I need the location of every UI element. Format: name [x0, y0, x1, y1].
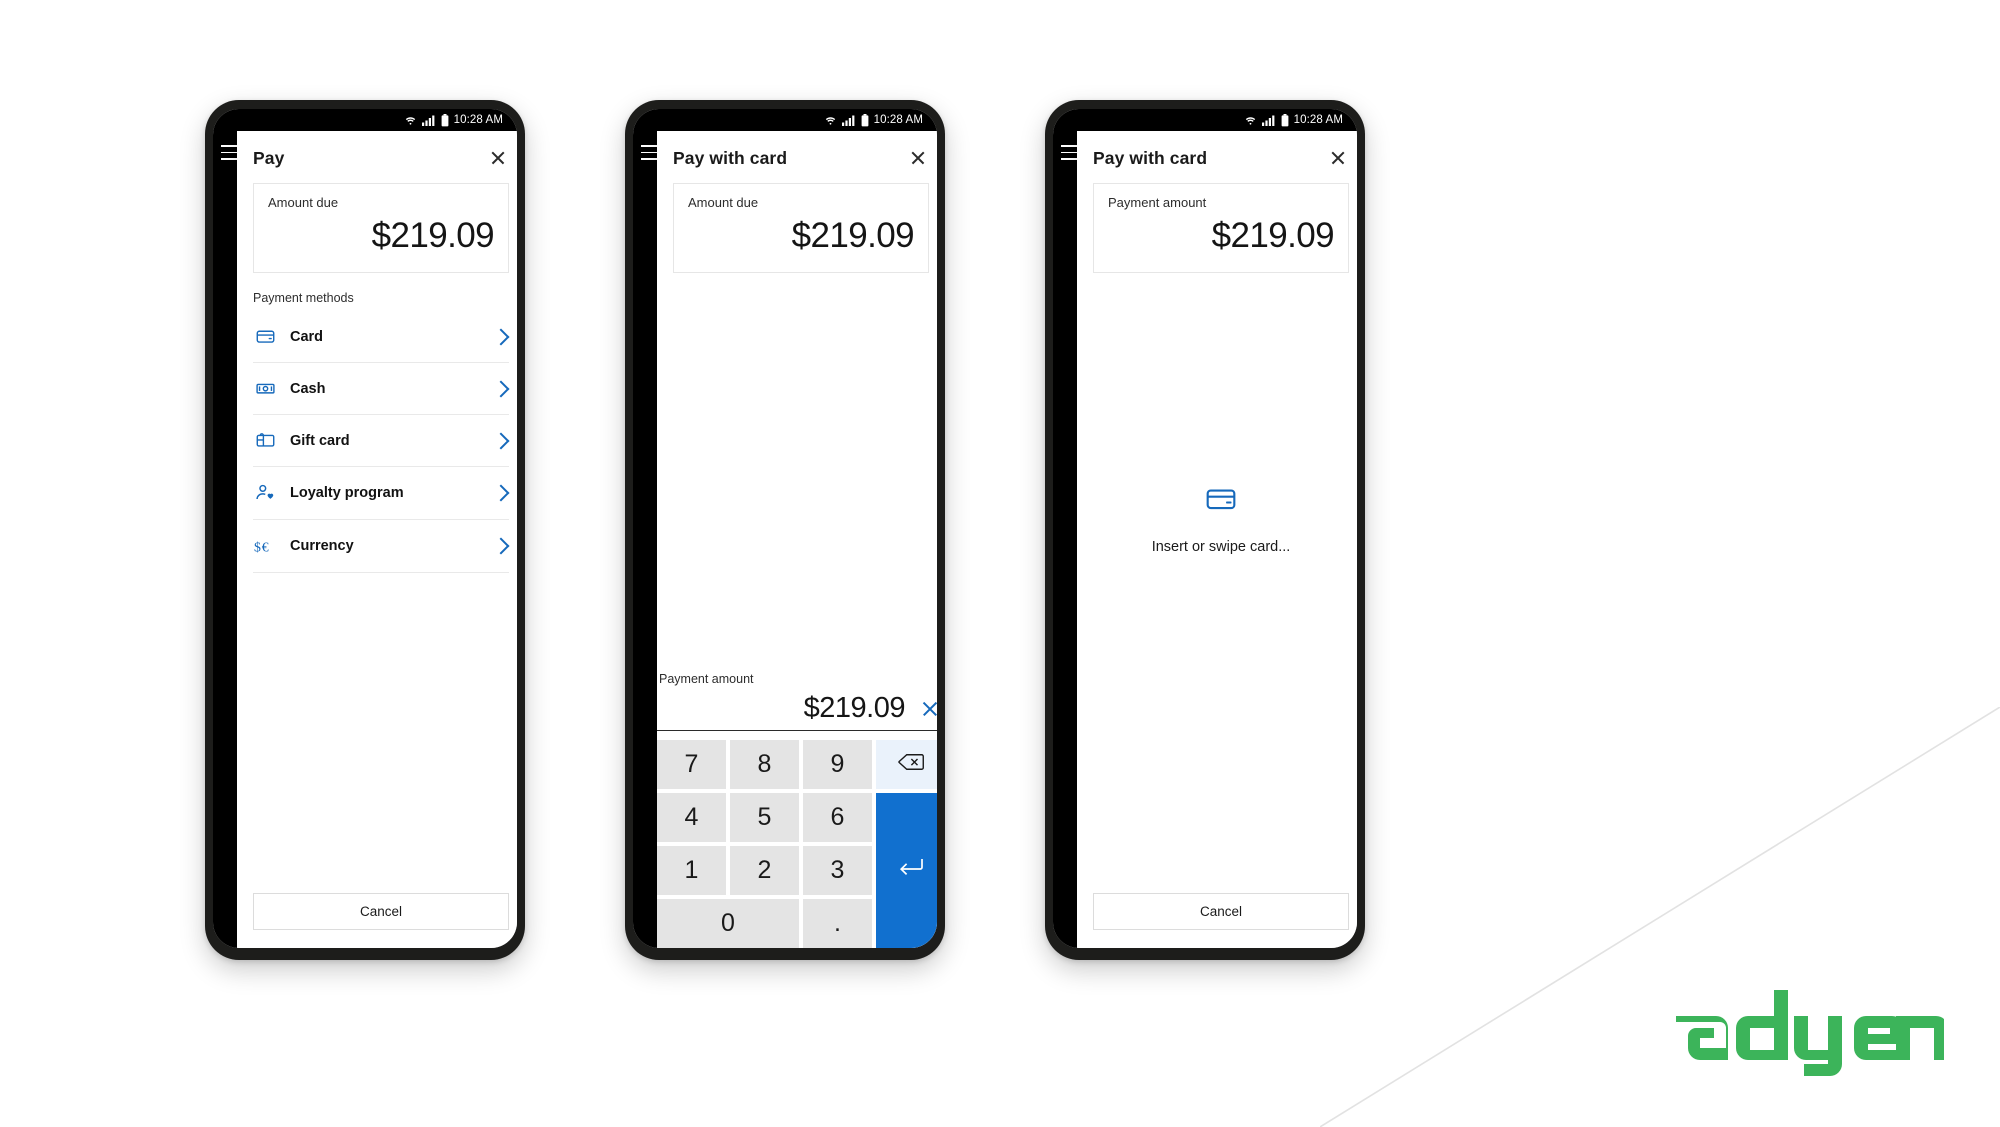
amount-due-value: $219.09	[371, 216, 495, 255]
page-title: Pay	[253, 147, 285, 168]
phone-keypad-screen: 10:28 AM Lines ITEMS VanArsdel Quantity:…	[633, 109, 937, 948]
key-0[interactable]: 0	[657, 899, 799, 948]
cancel-button[interactable]: Cancel	[253, 893, 509, 930]
payment-methods-label: Payment methods	[253, 291, 354, 305]
cash-bills-icon	[253, 378, 277, 399]
pay-with-card-header: Pay with card	[657, 131, 937, 183]
amount-due-label: Amount due	[268, 195, 339, 210]
key-5[interactable]: 5	[730, 793, 799, 842]
person-heart-icon	[253, 482, 277, 504]
payment-method-label: Cash	[290, 380, 326, 397]
wifi-icon	[405, 116, 415, 125]
close-icon[interactable]	[905, 145, 931, 171]
svg-text:€: €	[262, 540, 269, 555]
screenshot-canvas: 10:28 AM Lines ITEMS VanArsdel Quantity:…	[0, 0, 2000, 1127]
sheet-spacer	[237, 573, 517, 883]
sheet-spacer	[657, 273, 937, 672]
payment-method-label: Loyalty program	[290, 485, 404, 501]
amount-due-card: Amount due $219.09	[253, 183, 509, 273]
key-3[interactable]: 3	[803, 846, 872, 895]
chevron-right-icon	[492, 432, 510, 449]
chevron-right-icon	[492, 537, 510, 555]
payment-method-loyalty-program[interactable]: Loyalty program	[253, 467, 510, 520]
amount-due-card: Amount due $219.09	[673, 183, 929, 273]
wifi-icon	[1245, 116, 1255, 125]
adyen-logo: adyen	[1674, 980, 1948, 1081]
clear-x-icon[interactable]	[921, 700, 937, 718]
payment-method-card[interactable]: Card	[253, 311, 510, 363]
enter-button[interactable]	[876, 793, 937, 948]
cancel-container: Cancel	[237, 883, 517, 948]
payment-method-cash[interactable]: Cash	[253, 363, 510, 415]
key-8[interactable]: 8	[730, 740, 799, 789]
payment-method-label: Card	[290, 328, 324, 345]
credit-card-icon	[1204, 482, 1238, 521]
credit-card-icon	[253, 326, 277, 347]
svg-text:$: $	[254, 540, 261, 555]
payment-amount-value: $219.09	[1211, 216, 1335, 255]
signal-icon	[421, 115, 435, 126]
status-bar: 10:28 AM	[633, 109, 937, 131]
key-decimal[interactable]: .	[803, 899, 872, 948]
payment-amount-input[interactable]: $219.09	[657, 690, 937, 731]
phone-keypad: 10:28 AM Lines ITEMS VanArsdel Quantity:…	[625, 100, 945, 960]
status-bar: 10:28 AM	[1053, 109, 1357, 131]
pay-with-card-header: Pay with card	[1077, 131, 1357, 183]
numeric-keypad: Payment amount $219.09 7 8 9 4 5 6 1 2 3…	[657, 672, 937, 948]
backspace-icon	[897, 750, 924, 779]
phone-insert-card-screen: 10:28 AM Lines ITEMS VanArsdel Quantity:…	[1053, 109, 1357, 948]
gift-card-icon	[253, 430, 277, 451]
payment-method-gift-card[interactable]: Gift card	[253, 415, 510, 467]
enter-arrow-icon	[897, 856, 925, 885]
chevron-right-icon	[492, 328, 510, 345]
pay-with-card-sheet: Pay with card Payment amount $219.09 Ins…	[1077, 131, 1357, 948]
pay-sheet-header: Pay	[237, 131, 517, 183]
status-bar-time: 10:28 AM	[453, 114, 503, 126]
insert-card-text: Insert or swipe card...	[1151, 538, 1291, 555]
payment-method-label: Gift card	[290, 432, 350, 449]
pay-with-card-sheet: Pay with card Amount due $219.09 Payment…	[657, 131, 937, 948]
payment-amount-label: Payment amount	[1108, 195, 1207, 210]
dollar-euro-icon: $ €	[253, 535, 277, 557]
key-9[interactable]: 9	[803, 740, 872, 789]
amount-due-value: $219.09	[791, 216, 915, 255]
page-title: Pay with card	[1093, 147, 1208, 168]
key-1[interactable]: 1	[657, 846, 726, 895]
close-icon[interactable]	[1325, 145, 1351, 171]
wifi-icon	[825, 116, 835, 125]
pay-sheet: Pay Amount due $219.09 Payment methods C…	[237, 131, 517, 948]
backspace-button[interactable]	[876, 740, 937, 789]
insert-card-prompt: Insert or swipe card...	[1077, 273, 1357, 883]
keypad-grid: 7 8 9 4 5 6 1 2 3 0 .	[657, 740, 937, 948]
phone-pay-screen: 10:28 AM Lines ITEMS VanArsdel Quantity:…	[213, 109, 517, 948]
close-icon[interactable]	[485, 145, 511, 171]
page-title: Pay with card	[673, 147, 788, 168]
chevron-right-icon	[492, 380, 510, 397]
signal-icon	[841, 115, 855, 126]
status-bar-time: 10:28 AM	[1293, 114, 1343, 126]
phone-pay: 10:28 AM Lines ITEMS VanArsdel Quantity:…	[205, 100, 525, 960]
status-bar: 10:28 AM	[213, 109, 517, 131]
amount-due-label: Amount due	[688, 195, 759, 210]
cancel-container: Cancel	[1077, 883, 1357, 948]
key-2[interactable]: 2	[730, 846, 799, 895]
payment-method-currency[interactable]: $ € Currency	[253, 520, 510, 573]
cancel-button[interactable]: Cancel	[1093, 893, 1349, 930]
battery-icon	[1281, 113, 1289, 126]
status-bar-time: 10:28 AM	[873, 114, 923, 126]
payment-amount-value: $219.09	[803, 692, 906, 724]
payment-methods-list: Card Cash Gift card Loyalty program $ € …	[253, 311, 510, 573]
battery-icon	[861, 113, 869, 126]
chevron-right-icon	[492, 484, 510, 502]
phone-insert-card: 10:28 AM Lines ITEMS VanArsdel Quantity:…	[1045, 100, 1365, 960]
key-6[interactable]: 6	[803, 793, 872, 842]
payment-method-label: Currency	[290, 538, 354, 554]
signal-icon	[1261, 115, 1275, 126]
key-7[interactable]: 7	[657, 740, 726, 789]
payment-amount-label: Payment amount	[659, 672, 754, 686]
key-4[interactable]: 4	[657, 793, 726, 842]
battery-icon	[441, 113, 449, 126]
payment-amount-card: Payment amount $219.09	[1093, 183, 1349, 273]
